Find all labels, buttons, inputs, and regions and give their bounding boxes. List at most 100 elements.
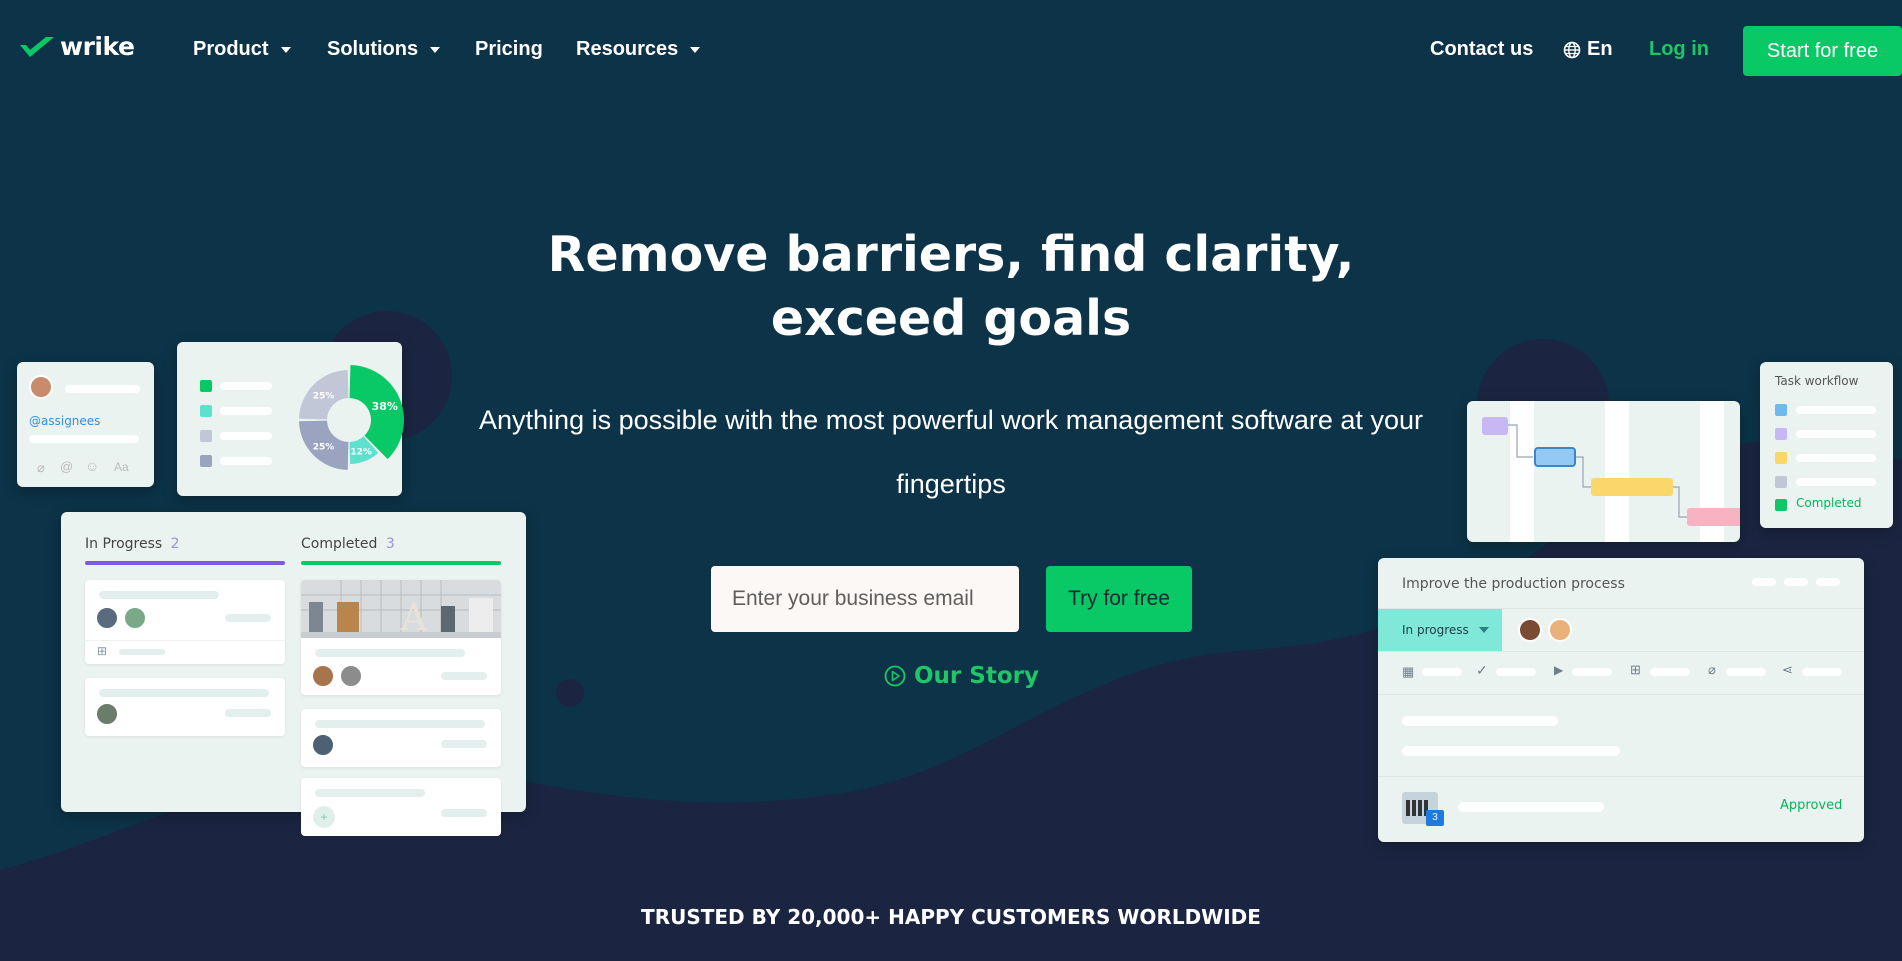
status-dropdown[interactable]: In progress bbox=[1378, 609, 1502, 651]
kanban-board-card: In Progress 2 Completed 3 ⊞ A + bbox=[61, 512, 526, 836]
nav-resources-label: Resources bbox=[576, 38, 679, 60]
placeholder-bar bbox=[315, 720, 485, 728]
donut-chart: 38% 12% 25% 25% bbox=[299, 365, 404, 470]
language-label: En bbox=[1587, 38, 1613, 60]
gantt-bar bbox=[1482, 417, 1508, 435]
nav-contact-label: Contact us bbox=[1430, 38, 1534, 60]
avatar bbox=[29, 375, 53, 399]
chevron-down-icon bbox=[280, 46, 291, 53]
divider bbox=[1378, 651, 1864, 652]
nav-resources[interactable]: Resources bbox=[576, 38, 701, 61]
avatar bbox=[311, 733, 335, 757]
placeholder-bar bbox=[1496, 668, 1536, 676]
business-email-input[interactable] bbox=[711, 566, 1019, 632]
text-format-icon: Aa bbox=[114, 460, 129, 474]
check-circle-icon: ✓ bbox=[1476, 662, 1488, 678]
hero-title: Remove barriers, find clarity, exceed go… bbox=[547, 226, 1355, 347]
try-for-free-button[interactable]: Try for free bbox=[1046, 566, 1192, 632]
emoji-icon: ☺ bbox=[85, 458, 100, 474]
placeholder-bar bbox=[441, 740, 487, 748]
attachment-icon: ⌀ bbox=[37, 460, 45, 475]
nav-pricing-label: Pricing bbox=[475, 38, 543, 60]
chevron-down-icon bbox=[430, 46, 441, 53]
wrike-check-icon bbox=[20, 36, 54, 57]
placeholder-bar bbox=[225, 709, 271, 717]
placeholder-bar bbox=[1458, 802, 1604, 812]
placeholder-bar bbox=[1816, 578, 1840, 586]
task-card[interactable]: ⊞ bbox=[85, 580, 285, 664]
completed-label: Completed bbox=[301, 536, 378, 552]
mention-icon: @ bbox=[60, 459, 74, 474]
legend-bar bbox=[220, 457, 272, 465]
status-swatch bbox=[1775, 452, 1787, 464]
assignees-tag: @assignees bbox=[29, 414, 101, 428]
avatar bbox=[123, 606, 147, 630]
divider bbox=[1378, 694, 1864, 695]
nav-solutions[interactable]: Solutions bbox=[327, 38, 441, 61]
donut-slice-label: 38% bbox=[372, 400, 398, 413]
in-progress-count: 2 bbox=[170, 536, 180, 552]
placeholder-bar bbox=[119, 649, 165, 655]
legend-swatch bbox=[200, 405, 212, 417]
placeholder-bar bbox=[1796, 430, 1876, 438]
approved-label: Approved bbox=[1780, 798, 1843, 813]
placeholder-bar bbox=[225, 614, 271, 622]
wrike-logo[interactable]: wrike bbox=[18, 32, 135, 61]
avatar bbox=[339, 664, 363, 688]
in-progress-label: In Progress bbox=[85, 536, 163, 552]
add-assignee-icon: + bbox=[313, 806, 335, 828]
placeholder-bar bbox=[1752, 578, 1776, 586]
placeholder-bar bbox=[99, 591, 219, 599]
task-workflow-card: Task workflow Completed bbox=[1760, 362, 1893, 528]
subtask-icon: ⊞ bbox=[1630, 662, 1641, 677]
divider bbox=[85, 640, 285, 641]
placeholder-bar bbox=[1422, 668, 1462, 676]
play-icon: ▶ bbox=[1554, 663, 1564, 677]
nav-pricing[interactable]: Pricing bbox=[475, 38, 543, 61]
gantt-bar bbox=[1687, 508, 1740, 526]
language-selector[interactable]: En bbox=[1563, 38, 1613, 61]
login-link[interactable]: Log in bbox=[1649, 38, 1709, 61]
placeholder-bar bbox=[315, 789, 425, 797]
nav-product-label: Product bbox=[193, 38, 269, 60]
legend-swatch bbox=[200, 380, 212, 392]
logo-text: wrike bbox=[60, 32, 135, 61]
calendar-icon: ▦ bbox=[1402, 664, 1415, 679]
status-swatch bbox=[1775, 404, 1787, 416]
nav-product[interactable]: Product bbox=[193, 38, 291, 61]
column-title-in-progress: In Progress 2 bbox=[85, 536, 180, 552]
task-card[interactable]: + bbox=[301, 778, 501, 836]
share-icon: ⋖ bbox=[1782, 662, 1793, 677]
task-detail-card: Improve the production process In progre… bbox=[1378, 558, 1864, 842]
status-label: In progress bbox=[1402, 623, 1469, 637]
status-swatch bbox=[1775, 428, 1787, 440]
subtask-icon: ⊞ bbox=[97, 644, 108, 658]
nav-solutions-label: Solutions bbox=[327, 38, 419, 60]
task-card[interactable] bbox=[301, 709, 501, 767]
workflow-completed-label: Completed bbox=[1796, 496, 1862, 510]
legend-bar bbox=[220, 407, 272, 415]
login-label: Log in bbox=[1649, 38, 1709, 60]
gantt-card bbox=[1467, 401, 1740, 542]
in-progress-underline bbox=[85, 561, 285, 565]
gantt-bar bbox=[1591, 478, 1673, 496]
our-story-link[interactable]: Our Story bbox=[884, 663, 1039, 689]
task-card[interactable] bbox=[85, 678, 285, 736]
chevron-down-icon bbox=[1478, 627, 1489, 633]
office-shelf-image: A bbox=[301, 580, 501, 638]
placeholder-bar bbox=[65, 385, 140, 393]
completed-underline bbox=[301, 561, 501, 565]
task-workflow-title: Task workflow bbox=[1775, 374, 1859, 388]
nav-contact[interactable]: Contact us bbox=[1430, 38, 1533, 61]
avatar bbox=[311, 664, 335, 688]
placeholder-bar bbox=[1726, 668, 1766, 676]
placeholder-bar bbox=[99, 689, 269, 697]
task-card-with-image[interactable]: A bbox=[301, 580, 501, 695]
placeholder-bar bbox=[1572, 668, 1612, 676]
placeholder-bar bbox=[441, 672, 487, 680]
legend-swatch bbox=[200, 455, 212, 467]
placeholder-bar bbox=[1402, 716, 1558, 726]
start-for-free-button[interactable]: Start for free bbox=[1743, 26, 1902, 76]
assignees-card: @assignees ⌀ @ ☺ Aa bbox=[17, 362, 154, 487]
chevron-down-icon bbox=[690, 46, 701, 53]
